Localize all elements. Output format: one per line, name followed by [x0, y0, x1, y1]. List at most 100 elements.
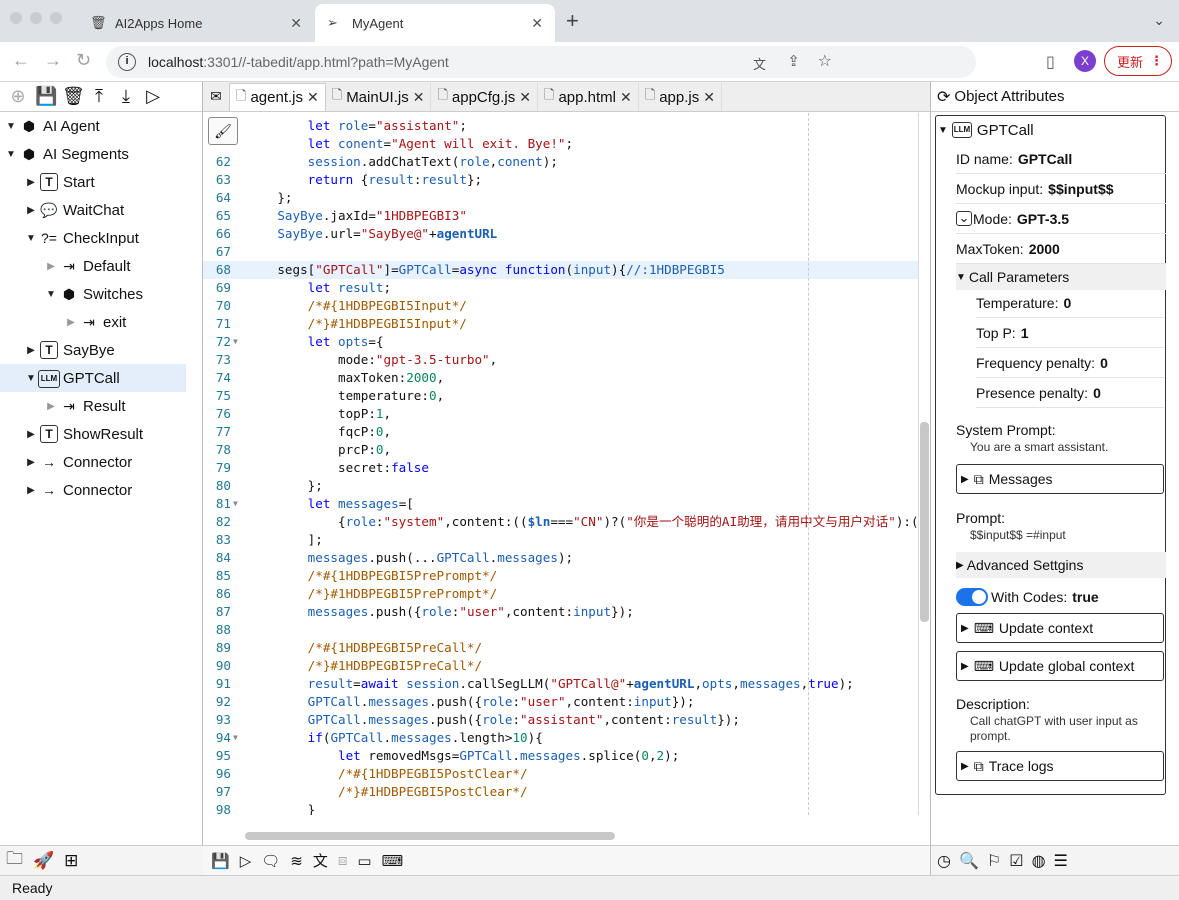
play-icon[interactable]: ▷: [143, 86, 163, 107]
save-icon[interactable]: 💾: [211, 852, 230, 870]
editor-tab[interactable]: 🗋 appCfg.js ✕: [431, 83, 538, 111]
presence-penalty-row[interactable]: Presence penalty: 0: [976, 378, 1164, 408]
id-name-row[interactable]: ID name: GPTCall: [956, 144, 1166, 174]
ai-chat-icon[interactable]: 🗨: [261, 852, 280, 870]
tree-node[interactable]: ▼ ⬢ Switches: [0, 280, 186, 308]
tree-node[interactable]: ▼ ⬢ AI Agent: [0, 112, 186, 140]
tree-node[interactable]: ▶ T SayBye: [0, 336, 186, 364]
star-icon[interactable]: ☆: [818, 51, 832, 71]
editor-tab[interactable]: 🗋 app.html ✕: [538, 83, 639, 111]
browser-tab-myagent[interactable]: ➢ MyAgent ✕: [315, 4, 555, 42]
caret-right-icon[interactable]: ▶: [24, 345, 38, 356]
tree-node[interactable]: ▶ ⇥ Default: [0, 252, 186, 280]
close-icon[interactable]: ✕: [703, 89, 715, 106]
settings-sliders-icon[interactable]: ☰: [1054, 851, 1068, 871]
play-icon[interactable]: ▷: [240, 852, 252, 870]
caret-right-icon[interactable]: ▶: [24, 485, 38, 496]
checklist-icon[interactable]: ☑: [1009, 851, 1023, 871]
drive-icon[interactable]: ▭: [357, 852, 371, 870]
sidebar-icon[interactable]: ▯: [1046, 52, 1055, 72]
tree-node[interactable]: ▼ LLM GPTCall: [0, 364, 186, 392]
check-clock-icon[interactable]: ◷: [937, 851, 951, 871]
refresh-icon[interactable]: ⟳: [937, 87, 950, 107]
reload-icon[interactable]: ↻: [76, 50, 91, 71]
fold-icon[interactable]: ▼: [233, 729, 238, 747]
caret-right-icon[interactable]: ▶: [24, 429, 38, 440]
terminal-icon[interactable]: ⌨: [382, 852, 404, 870]
mode-row[interactable]: ⌄ Mode: GPT-3.5: [956, 204, 1166, 234]
close-window-button[interactable]: [10, 12, 22, 24]
update-context-button[interactable]: ▶ ⌨ Update context: [956, 613, 1164, 643]
messages-button[interactable]: ▶ ⧉ Messages: [956, 464, 1164, 494]
trash-icon[interactable]: 🗑: [62, 86, 85, 107]
mail-icon[interactable]: ✉: [203, 81, 229, 111]
globe-icon[interactable]: ◍: [1032, 851, 1046, 871]
tree-node[interactable]: ▶ T Start: [0, 168, 186, 196]
update-global-context-button[interactable]: ▶ ⌨ Update global context: [956, 651, 1164, 681]
tree-node[interactable]: ▼ ⬢ AI Segments: [0, 140, 186, 168]
temperature-row[interactable]: Temperature: 0: [976, 288, 1164, 318]
close-icon[interactable]: ✕: [413, 89, 425, 106]
mockup-input-row[interactable]: Mockup input: $$input$$: [956, 174, 1166, 204]
close-icon[interactable]: ✕: [531, 15, 543, 32]
fold-icon[interactable]: ▼: [233, 333, 238, 351]
new-tab-button[interactable]: +: [566, 8, 579, 34]
caret-down-icon[interactable]: ▼: [4, 121, 18, 132]
rocket-icon[interactable]: 🚀: [33, 851, 54, 871]
info-icon[interactable]: i: [118, 53, 136, 71]
ai-doc-icon[interactable]: ≋: [290, 852, 303, 870]
avatar[interactable]: X: [1074, 50, 1096, 72]
prompt-value[interactable]: $$input$$ =#input: [970, 528, 1160, 543]
save-icon[interactable]: 💾: [35, 86, 57, 107]
folder-icon[interactable]: 🗀: [6, 846, 23, 875]
share-icon[interactable]: ⇪: [787, 52, 800, 70]
close-icon[interactable]: ✕: [307, 89, 319, 106]
translate-icon[interactable]: 文: [313, 850, 328, 871]
frequency-penalty-row[interactable]: Frequency penalty: 0: [976, 348, 1164, 378]
back-icon[interactable]: ←: [12, 50, 30, 71]
minimize-window-button[interactable]: [30, 12, 42, 24]
tree-node[interactable]: ▼ ?= CheckInput: [0, 224, 186, 252]
tree-node[interactable]: ▶ 💬 WaitChat: [0, 196, 186, 224]
brush-icon[interactable]: 🖌: [208, 117, 238, 145]
browser-tab-home[interactable]: 🗑 AI2Apps Home ✕: [78, 4, 314, 42]
flag-icon[interactable]: ⚐: [987, 851, 1001, 871]
close-icon[interactable]: ✕: [290, 15, 302, 32]
vertical-scrollbar[interactable]: [920, 422, 929, 622]
hierarchy-icon[interactable]: ⊞: [64, 851, 78, 871]
with-codes-toggle[interactable]: [956, 588, 988, 606]
search-doc-icon[interactable]: 🔍: [959, 851, 979, 871]
maxtoken-row[interactable]: MaxToken: 2000: [956, 234, 1166, 264]
tree-node[interactable]: ▶ → Connector: [0, 448, 186, 476]
horizontal-scrollbar[interactable]: [245, 832, 615, 840]
call-parameters-section[interactable]: ▼ Call Parameters: [956, 264, 1166, 290]
zoom-window-button[interactable]: [50, 12, 62, 24]
object-header[interactable]: ▼ LLM GPTCall: [938, 116, 1034, 144]
close-icon[interactable]: ✕: [519, 89, 531, 106]
trace-logs-button[interactable]: ▶ ⧉ Trace logs: [956, 751, 1164, 781]
caret-down-icon[interactable]: ▼: [24, 233, 38, 244]
caret-right-icon[interactable]: ▶: [24, 457, 38, 468]
address-bar[interactable]: i localhost:3301//-tabedit/app.html?path…: [106, 46, 976, 78]
caret-down-icon[interactable]: ▼: [44, 289, 58, 300]
caret-right-icon[interactable]: ▶: [44, 261, 58, 272]
editor-tab[interactable]: 🗋 MainUI.js ✕: [326, 83, 432, 111]
chevron-down-icon[interactable]: ⌄: [1153, 12, 1165, 29]
code-area[interactable]: let role="assistant"; let conent="Agent …: [203, 113, 919, 815]
translate-icon[interactable]: 文: [753, 54, 766, 73]
editor-tab[interactable]: 🗋 agent.js ✕: [229, 83, 326, 111]
topp-row[interactable]: Top P: 1: [976, 318, 1164, 348]
export-icon[interactable]: ⤒: [89, 86, 109, 107]
tree-node[interactable]: ▶ ⇥ exit: [0, 308, 186, 336]
description-value[interactable]: Call chatGPT with user input as prompt.: [970, 714, 1160, 744]
editor-tab[interactable]: 🗋 app.js ✕: [639, 83, 722, 111]
caret-right-icon[interactable]: ▶: [24, 177, 38, 188]
tree-node[interactable]: ▶ T ShowResult: [0, 420, 186, 448]
fold-icon[interactable]: ▼: [233, 495, 238, 513]
close-icon[interactable]: ✕: [620, 89, 632, 106]
tree-node[interactable]: ▶ → Connector: [0, 476, 186, 504]
caret-right-icon[interactable]: ▶: [24, 205, 38, 216]
caret-down-icon[interactable]: ▼: [24, 373, 38, 384]
caret-right-icon[interactable]: ▶: [44, 401, 58, 412]
import-icon[interactable]: ⤓: [116, 86, 136, 107]
